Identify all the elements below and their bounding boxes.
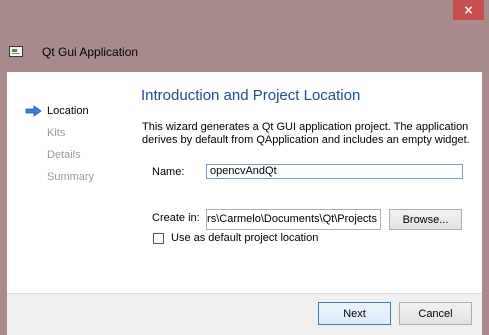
- step-details: Details: [25, 146, 94, 168]
- wizard-steps-sidebar: Location Kits Details Summary: [25, 102, 94, 190]
- close-icon: ×: [463, 3, 474, 17]
- next-button[interactable]: Next: [318, 302, 391, 325]
- wizard-footer: Next Cancel: [7, 293, 482, 335]
- step-summary: Summary: [25, 168, 94, 190]
- step-label: Kits: [47, 127, 66, 139]
- create-in-label: Create in:: [152, 212, 200, 224]
- name-label: Name:: [152, 166, 185, 178]
- page-title: Introduction and Project Location: [141, 87, 361, 104]
- create-in-path-text: C:\Users\Carmelo\Documents\Qt\Projects: [207, 213, 377, 225]
- project-name-input[interactable]: opencvAndQt: [206, 164, 463, 179]
- application-icon: [9, 46, 23, 57]
- default-location-checkbox[interactable]: [153, 232, 164, 244]
- screen: × Qt Gui Application Location Kits Detai…: [0, 0, 489, 335]
- close-button[interactable]: ×: [453, 0, 484, 20]
- window-title: Qt Gui Application: [42, 45, 139, 59]
- arrow-right-icon: [25, 105, 42, 117]
- default-location-row[interactable]: Use as default project location: [153, 232, 318, 244]
- step-label: Summary: [47, 171, 95, 183]
- cancel-button[interactable]: Cancel: [399, 302, 472, 325]
- wizard-client-area: Location Kits Details Summary Introducti…: [7, 72, 482, 335]
- step-kits: Kits: [25, 124, 94, 146]
- page-description: This wizard generates a Qt GUI applicati…: [142, 121, 470, 146]
- step-label: Location: [47, 105, 89, 117]
- step-label: Details: [47, 149, 81, 161]
- step-location: Location: [25, 102, 94, 124]
- create-in-path-input[interactable]: C:\Users\Carmelo\Documents\Qt\Projects: [206, 209, 381, 230]
- browse-button[interactable]: Browse...: [389, 209, 462, 230]
- default-location-label: Use as default project location: [171, 232, 319, 244]
